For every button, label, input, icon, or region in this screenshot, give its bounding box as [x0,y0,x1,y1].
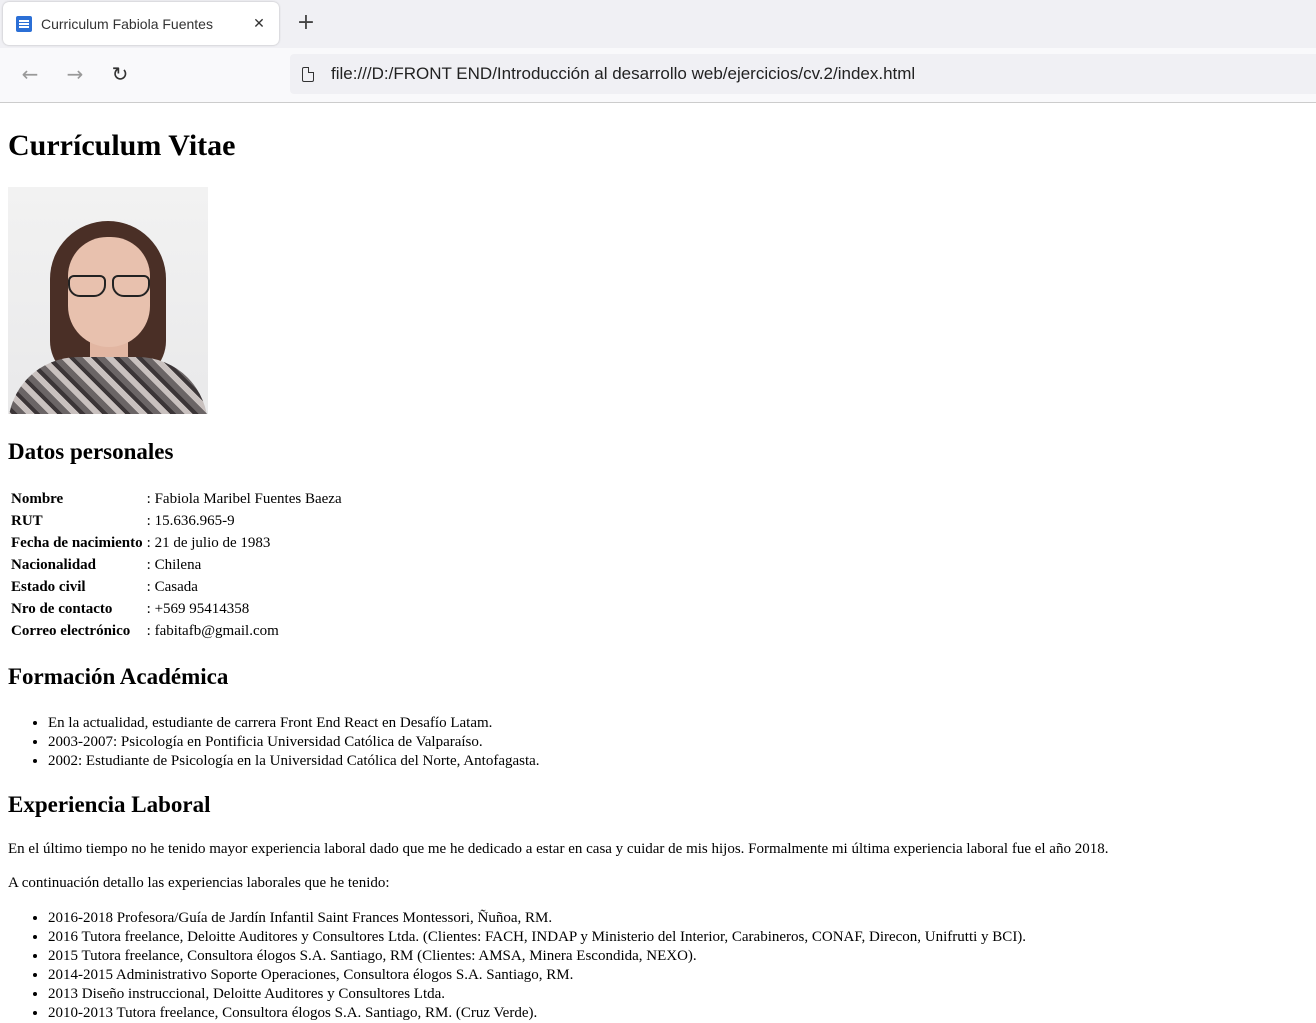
personal-data-row: Nombre : Fabiola Maribel Fuentes Baeza [10,489,343,509]
experience-heading: Experiencia Laboral [8,792,211,817]
reload-icon[interactable]: ↻ [106,60,134,88]
close-tab-icon[interactable]: ✕ [245,16,273,32]
experience-list: 2016-2018 Profesora/Guía de Jardín Infan… [8,909,1308,1023]
education-heading: Formación Académica [8,664,229,689]
experience-intro: En el último tiempo no he tenido mayor e… [8,841,1109,857]
personal-data-value: : Fabiola Maribel Fuentes Baeza [146,491,342,507]
personal-data-row: Nacionalidad : Chilena [10,555,343,575]
education-list: En la actualidad, estudiante de carrera … [8,714,1308,771]
browser-tab[interactable]: Curriculum Fabiola Fuentes ✕ [3,2,279,45]
personal-data-table: Nombre : Fabiola Maribel Fuentes Baeza RUT… [8,487,345,643]
back-arrow-icon[interactable]: ← [16,60,44,88]
personal-data-value: : fabitafb@gmail.com [146,623,279,639]
personal-data-key: RUT [11,513,43,529]
tab-bar: Curriculum Fabiola Fuentes ✕ + [0,0,1316,48]
personal-data-row: Nro de contacto : +569 95414358 [10,599,343,619]
list-item: 2014-2015 Administrativo Soporte Operaci… [48,966,1308,985]
new-tab-icon[interactable]: + [294,10,318,35]
personal-data-row: Estado civil : Casada [10,577,343,597]
personal-data-value: : 15.636.965-9 [146,513,235,529]
personal-data-key: Fecha de nacimiento [11,535,143,551]
personal-data-key: Nombre [11,491,64,507]
personal-data-row: Correo electrónico : fabitafb@gmail.com [10,621,343,641]
personal-data-value: : Chilena [146,557,202,573]
forward-arrow-icon[interactable]: → [61,60,89,88]
list-item: 2010-2013 Tutora freelance, Consultora é… [48,1004,1308,1023]
list-item: En la actualidad, estudiante de carrera … [48,714,1308,733]
personal-data-row: RUT : 15.636.965-9 [10,511,343,531]
personal-data-value: : +569 95414358 [146,601,250,617]
url-text[interactable]: file:///D:/FRONT END/Introducción al des… [331,64,915,84]
personal-data-heading: Datos personales [8,439,174,464]
list-item: 2015 Tutora freelance, Consultora élogos… [48,947,1308,966]
list-item: 2013 Diseño instruccional, Deloitte Audi… [48,985,1308,1004]
personal-data-value: : Casada [146,579,198,595]
navigation-bar: ← → ↻ file:///D:/FRONT END/Introducción … [0,48,1316,103]
personal-data-key: Nro de contacto [11,601,113,617]
personal-data-key: Estado civil [11,579,86,595]
page-content: Currículum Vitae Datos personales Nombre… [0,129,1316,1023]
document-favicon-icon [16,15,32,32]
list-item: 2016 Tutora freelance, Deloitte Auditore… [48,928,1308,947]
address-bar[interactable]: file:///D:/FRONT END/Introducción al des… [290,54,1316,94]
personal-data-value: : 21 de julio de 1983 [146,535,271,551]
list-item: 2003-2007: Psicología en Pontificia Univ… [48,733,1308,752]
list-item: 2002: Estudiante de Psicología en la Uni… [48,752,1308,771]
profile-photo [8,187,208,414]
personal-data-key: Correo electrónico [11,623,131,639]
personal-data-key: Nacionalidad [11,557,97,573]
personal-data-row: Fecha de nacimiento: 21 de julio de 1983 [10,533,343,553]
experience-lead: A continuación detallo las experiencias … [8,875,390,891]
tab-title: Curriculum Fabiola Fuentes [41,15,213,32]
list-item: 2016-2018 Profesora/Guía de Jardín Infan… [48,909,1308,928]
page-file-icon [302,66,314,82]
page-title: Currículum Vitae [8,129,236,162]
